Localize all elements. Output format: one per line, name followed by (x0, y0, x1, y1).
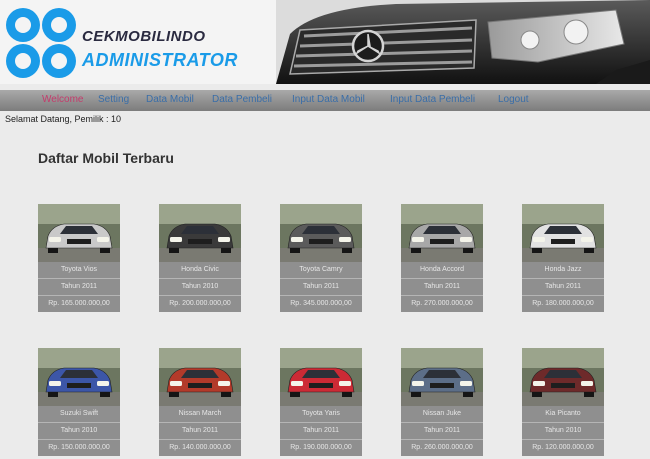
logo-text-subtitle: ADMINISTRATOR (82, 50, 238, 70)
car-caption: Toyota Camry Tahun 2011 Rp. 345.000.000,00 (280, 262, 362, 312)
car-caption: Toyota Vios Tahun 2011 Rp. 165.000.000,00 (38, 262, 120, 312)
car-name: Suzuki Swift (59, 410, 99, 417)
car-year: Tahun 2011 (159, 422, 241, 439)
red-hatchback-photo[interactable] (280, 348, 362, 406)
car-caption: Toyota Yaris Tahun 2011 Rp. 190.000.000,00 (280, 406, 362, 456)
car-year: Tahun 2011 (38, 278, 120, 295)
dark-gray-sedan-photo[interactable] (280, 204, 362, 262)
car-price: Rp. 120.000.000,00 (522, 439, 604, 456)
car-name: Honda Civic (181, 266, 219, 273)
car-year: Tahun 2010 (159, 278, 241, 295)
car-name: Nissan March (178, 410, 222, 417)
white-hatchback-photo[interactable] (522, 204, 604, 262)
car-caption: Honda Accord Tahun 2011 Rp. 270.000.000,00 (401, 262, 483, 312)
logo-text-brand: CEKMOBILINDO (82, 28, 206, 45)
car-caption: Kia Picanto Tahun 2010 Rp. 120.000.000,00 (522, 406, 604, 456)
car-price: Rp. 200.000.000,00 (159, 295, 241, 312)
car-name: Honda Accord (420, 266, 464, 273)
car-price: Rp. 150.000.000,00 (38, 439, 120, 456)
car-name: Toyota Vios (60, 266, 98, 273)
car-price: Rp. 180.000.000,00 (522, 295, 604, 312)
car-year: Tahun 2011 (280, 422, 362, 439)
car-year: Tahun 2010 (522, 422, 604, 439)
car-caption: Honda Jazz Tahun 2011 Rp. 180.000.000,00 (522, 262, 604, 312)
silver-sedan-photo[interactable] (401, 204, 483, 262)
dark-sedan-photo[interactable] (159, 204, 241, 262)
car-price: Rp. 270.000.000,00 (401, 295, 483, 312)
silver-sedan-photo[interactable] (38, 204, 120, 262)
car-caption: Nissan March Tahun 2011 Rp. 140.000.000,00 (159, 406, 241, 456)
car-name: Toyota Camry (299, 266, 343, 273)
car-price: Rp. 260.000.000,00 (401, 439, 483, 456)
car-name: Honda Jazz (544, 266, 582, 273)
car-year: Tahun 2011 (401, 422, 483, 439)
car-name: Toyota Yaris (302, 410, 340, 417)
car-price: Rp. 140.000.000,00 (159, 439, 241, 456)
car-price: Rp. 165.000.000,00 (38, 295, 120, 312)
nav-input-data-pembeli[interactable]: Input Data Pembeli (390, 94, 475, 105)
car-year: Tahun 2010 (38, 422, 120, 439)
nav-setting[interactable]: Setting (98, 94, 129, 105)
header: CEKMOBILINDO ADMINISTRATOR (0, 0, 650, 84)
red-suv-photo[interactable] (159, 348, 241, 406)
car-name: Kia Picanto (545, 410, 581, 417)
car-price: Rp. 190.000.000,00 (280, 439, 362, 456)
car-year: Tahun 2011 (401, 278, 483, 295)
logo-icon (6, 8, 76, 78)
nav-input-data-mobil[interactable]: Input Data Mobil (292, 94, 365, 105)
car-name: Nissan Juke (422, 410, 462, 417)
main-nav: Welcome Setting Data Mobil Data Pembeli … (0, 90, 650, 111)
nav-data-pembeli[interactable]: Data Pembeli (212, 94, 272, 105)
blue-hatchback-photo[interactable] (38, 348, 120, 406)
car-caption: Nissan Juke Tahun 2011 Rp. 260.000.000,00 (401, 406, 483, 456)
car-year: Tahun 2011 (280, 278, 362, 295)
car-banner-image (276, 0, 650, 84)
car-caption: Suzuki Swift Tahun 2010 Rp. 150.000.000,00 (38, 406, 120, 456)
nav-data-mobil[interactable]: Data Mobil (146, 94, 194, 105)
maroon-hatchback-photo[interactable] (522, 348, 604, 406)
blue-gray-suv-photo[interactable] (401, 348, 483, 406)
greeting-text: Selamat Datang, Pemilik : 10 (5, 114, 122, 124)
nav-welcome[interactable]: Welcome (42, 94, 84, 105)
car-caption: Honda Civic Tahun 2010 Rp. 200.000.000,00 (159, 262, 241, 312)
car-price: Rp. 345.000.000,00 (280, 295, 362, 312)
nav-logout[interactable]: Logout (498, 94, 529, 105)
car-year: Tahun 2011 (522, 278, 604, 295)
page-title: Daftar Mobil Terbaru (38, 150, 174, 166)
